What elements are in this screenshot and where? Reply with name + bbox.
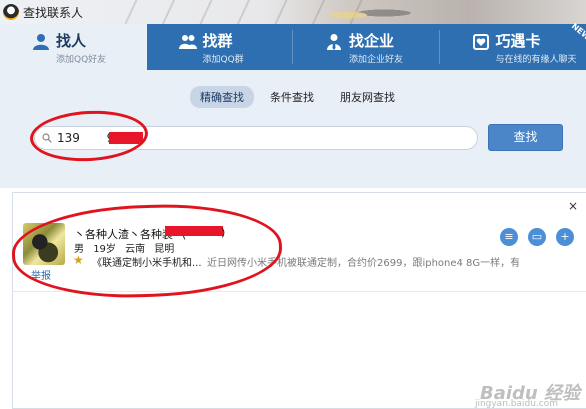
search-icon <box>42 133 52 143</box>
search-input-box[interactable] <box>34 126 478 150</box>
card-icon <box>472 34 489 50</box>
tab-find-enterprise[interactable]: 找企业 添加企业好友 <box>293 24 440 70</box>
tab-subtitle: 与在线的有缘人聊天 <box>495 55 577 65</box>
search-panel: 精确查找 条件查找 朋友网查找 查找 <box>0 70 586 188</box>
star-icon: ★ <box>73 253 84 267</box>
group-icon <box>178 35 197 49</box>
tab-label: 巧遇卡 <box>495 32 541 50</box>
person-icon <box>33 34 49 50</box>
title-bar: 查找联系人 <box>0 0 586 24</box>
tab-label: 找企业 <box>349 32 395 50</box>
search-mode-tabs: 精确查找 条件查找 朋友网查找 <box>190 86 411 108</box>
watermark-url: jingyan.baidu.com <box>474 399 558 409</box>
result-nickname-tail: ) <box>221 226 226 239</box>
tab-label: 找人 <box>56 32 87 50</box>
tab-subtitle: 添加QQ群 <box>202 55 244 65</box>
title-bar-skin-image <box>300 2 420 24</box>
category-tabs: 找人 添加QQ好友 找群 添加QQ群 找企业 添加企业好友 巧遇卡 与在线的有缘… <box>0 21 586 70</box>
search-results: × 举报 丶各种人渣丶各种装 °( ) 男 19岁 云南 昆明 ★ 《联通定制小… <box>12 192 586 409</box>
window-title: 查找联系人 <box>23 6 84 20</box>
result-status-detail: 近日网传小米手机被联通定制，合约价2699，跟iphone4 8G一样，有多种零… <box>207 258 519 269</box>
result-profile-info: 男 19岁 云南 昆明 <box>74 240 180 255</box>
tab-encounter-card[interactable]: 巧遇卡 与在线的有缘人聊天 NEW <box>440 21 586 70</box>
close-results-button[interactable]: × <box>568 199 578 213</box>
tab-find-group[interactable]: 找群 添加QQ群 <box>147 24 293 70</box>
tab-label: 找群 <box>202 32 233 50</box>
enterprise-icon <box>327 34 341 50</box>
tab-subtitle: 添加企业好友 <box>349 55 404 65</box>
avatar[interactable] <box>23 223 65 265</box>
tab-subtitle: 添加QQ好友 <box>56 55 107 65</box>
list-icon[interactable]: ≡ <box>500 228 518 246</box>
redaction-mark <box>165 226 223 236</box>
add-icon[interactable]: + <box>556 228 574 246</box>
divider <box>13 291 586 292</box>
mode-condition-search[interactable]: 条件查找 <box>260 86 324 108</box>
mode-exact-search[interactable]: 精确查找 <box>190 86 254 108</box>
chat-icon[interactable]: ▭ <box>528 228 546 246</box>
new-badge: NEW <box>569 21 586 42</box>
search-button[interactable]: 查找 <box>488 124 563 151</box>
redaction-mark <box>109 132 143 144</box>
mode-pengyou-search[interactable]: 朋友网查找 <box>330 86 405 108</box>
qq-penguin-icon <box>3 4 19 20</box>
result-status: 《联通定制小米手机和... <box>92 258 202 269</box>
tab-find-people[interactable]: 找人 添加QQ好友 <box>0 24 147 70</box>
report-link[interactable]: 举报 <box>31 267 51 282</box>
